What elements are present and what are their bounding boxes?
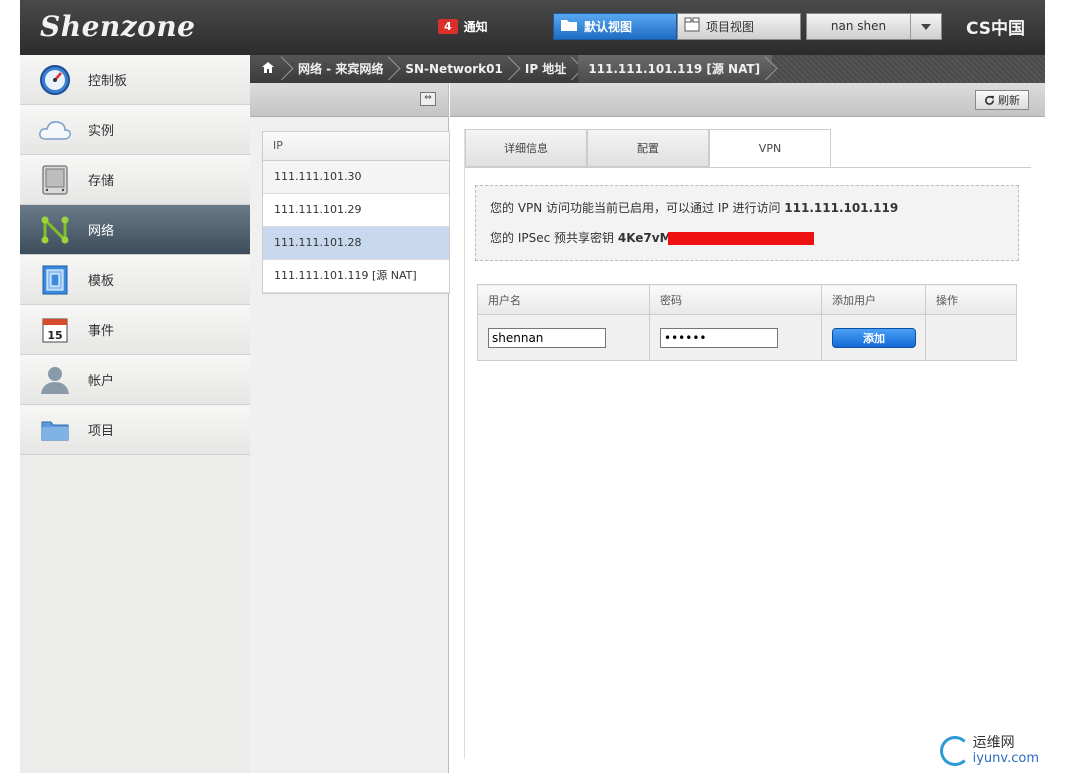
username-input[interactable] [488, 327, 606, 348]
app-frame: Shenzone 4 通知 默认视图 项目视图 nan shen CS中国 控制… [20, 0, 1045, 773]
sidebar-item-label: 模板 [88, 274, 115, 289]
tab-bar: 详细信息 配置 VPN [465, 129, 1031, 167]
logo: Shenzone [40, 10, 196, 43]
template-icon [38, 263, 72, 297]
sidebar-item-label: 控制板 [88, 74, 128, 89]
password-cell [649, 314, 822, 361]
watermark-logo-icon [939, 736, 970, 766]
ipsec-key-label: 您的 IPSec 预共享密钥 [490, 231, 615, 245]
vpn-user-table: 用户名 密码 添加用户 操作 添加 [477, 284, 1017, 361]
notification-count-badge: 4 [438, 19, 458, 34]
breadcrumb-fill [772, 55, 1045, 83]
list-item[interactable]: 111.111.101.28 [263, 227, 449, 260]
list-item[interactable]: 111.111.101.29 [263, 194, 449, 227]
sidebar-item-projects[interactable]: 项目 [20, 405, 250, 455]
project-view-label: 项目视图 [706, 20, 755, 34]
refresh-button[interactable]: 刷新 [975, 90, 1029, 110]
column-header: 密码 [649, 284, 822, 315]
list-item[interactable]: 111.111.101.30 [263, 161, 449, 194]
watermark: 运维网 iyunv.com [939, 735, 1039, 767]
column-header: 用户名 [477, 284, 650, 315]
sidebar-item-network[interactable]: 网络 [20, 205, 250, 255]
detail-panel: 刷新 详细信息 配置 VPN 您的 VPN 访问功能当前已启用，可以通过 IP … [450, 83, 1045, 773]
table-row: 添加 [477, 314, 1017, 361]
breadcrumb-home[interactable] [250, 55, 288, 83]
watermark-text: 运维网 iyunv.com [973, 735, 1039, 767]
add-user-cell: 添加 [821, 314, 926, 361]
password-input[interactable] [660, 327, 778, 348]
sidebar-item-label: 网络 [88, 224, 115, 239]
column-header: 操作 [925, 284, 1017, 315]
sidebar-item-storage[interactable]: 存储 [20, 155, 250, 205]
sidebar-item-instances[interactable]: 实例 [20, 105, 250, 155]
home-icon [262, 62, 274, 73]
folder-icon [38, 413, 72, 447]
storage-icon [38, 163, 72, 197]
view-switcher: 默认视图 项目视图 [553, 13, 801, 40]
sidebar-item-label: 项目 [88, 424, 115, 439]
watermark-line2: iyunv.com [972, 751, 1039, 766]
project-icon [684, 17, 700, 36]
tab-configuration[interactable]: 配置 [587, 129, 709, 167]
detail-toolbar: 刷新 [450, 83, 1045, 117]
calendar-icon: 15 [38, 313, 72, 347]
svg-text:15: 15 [47, 329, 62, 342]
vpn-ip: 111.111.101.119 [784, 201, 899, 215]
breadcrumb-item[interactable]: IP 地址 [515, 55, 578, 83]
default-view-label: 默认视图 [584, 20, 633, 34]
notification-label: 通知 [463, 20, 488, 34]
sidebar-item-dashboard[interactable]: 控制板 [20, 55, 250, 105]
sidebar-item-label: 帐户 [88, 374, 115, 389]
tab-area: 详细信息 配置 VPN 您的 VPN 访问功能当前已启用，可以通过 IP 进行访… [464, 129, 1031, 759]
sidebar-item-accounts[interactable]: 帐户 [20, 355, 250, 405]
sidebar-item-templates[interactable]: 模板 [20, 255, 250, 305]
vpn-status-line: 您的 VPN 访问功能当前已启用，可以通过 IP 进行访问 111.111.10… [490, 199, 898, 216]
collapse-panel-button[interactable]: ⇔ [420, 92, 436, 106]
dashboard-icon [38, 63, 72, 97]
ipsec-key-line: 您的 IPSec 预共享密钥 4Ke7vM [490, 229, 814, 246]
vpn-info-box: 您的 VPN 访问功能当前已启用，可以通过 IP 进行访问 111.111.10… [475, 185, 1019, 261]
sidebar-item-label: 存储 [88, 174, 115, 189]
ip-list: IP 111.111.101.30 111.111.101.29 111.111… [262, 131, 450, 294]
ip-list-header: IP [263, 132, 449, 161]
column-header: 添加用户 [821, 284, 926, 315]
breadcrumb: 网络 - 来宾网络 SN-Network01 IP 地址 111.111.101… [250, 55, 1045, 83]
project-view-button[interactable]: 项目视图 [677, 13, 801, 40]
list-item[interactable]: 111.111.101.119 [源 NAT] [263, 260, 449, 293]
chevron-down-icon [921, 23, 931, 30]
tab-details[interactable]: 详细信息 [465, 129, 587, 167]
refresh-icon [985, 95, 995, 105]
tab-vpn[interactable]: VPN [709, 129, 831, 167]
ip-list-panel: ⇔ IP 111.111.101.30 111.111.101.29 111.1… [250, 83, 450, 773]
default-view-button[interactable]: 默认视图 [553, 13, 677, 40]
refresh-label: 刷新 [998, 94, 1020, 107]
account-icon [38, 363, 72, 397]
top-header: Shenzone 4 通知 默认视图 项目视图 nan shen CS中国 [20, 0, 1045, 55]
vpn-tab-panel: 您的 VPN 访问功能当前已启用，可以通过 IP 进行访问 111.111.10… [465, 167, 1031, 758]
redaction-mark [667, 232, 814, 245]
user-name: nan shen [830, 19, 887, 33]
notifications[interactable]: 4 通知 [438, 18, 488, 35]
ipsec-key-value: 4Ke7vM [617, 231, 672, 245]
add-user-button[interactable]: 添加 [832, 327, 916, 348]
ip-list-toolbar: ⇔ [250, 83, 448, 117]
username-cell [477, 314, 650, 361]
cloud-icon [38, 113, 72, 147]
watermark-line1: 运维网 [972, 735, 1015, 751]
user-menu[interactable]: nan shen [806, 13, 942, 40]
sidebar: 控制板 实例 存储 网络 模板 15 事件 帐户 项目 [20, 55, 251, 773]
sidebar-item-label: 事件 [88, 324, 115, 339]
breadcrumb-item[interactable]: SN-Network01 [395, 55, 515, 83]
user-menu-toggle[interactable] [910, 14, 941, 39]
network-icon [38, 213, 72, 247]
table-header-row: 用户名 密码 添加用户 操作 [477, 284, 1017, 315]
sidebar-item-events[interactable]: 15 事件 [20, 305, 250, 355]
brand-right: CS中国 [966, 19, 1026, 39]
actions-cell [925, 314, 1017, 361]
vpn-status-text: 您的 VPN 访问功能当前已启用，可以通过 IP 进行访问 [490, 201, 781, 215]
folder-icon [560, 18, 578, 35]
breadcrumb-item[interactable]: 网络 - 来宾网络 [288, 55, 395, 83]
breadcrumb-current: 111.111.101.119 [源 NAT] [578, 55, 773, 83]
sidebar-item-label: 实例 [88, 124, 115, 139]
